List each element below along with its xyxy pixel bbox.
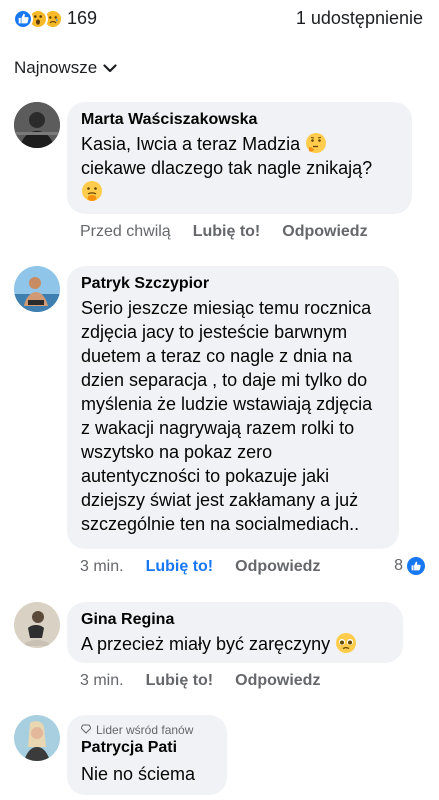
avatar[interactable]: [14, 715, 60, 761]
comment-text: Serio jeszcze miesiąc temu rocznica zdję…: [81, 296, 387, 536]
comment-text-line: Nie no ściema: [81, 764, 196, 784]
like-count-value: 8: [394, 557, 403, 574]
avatar[interactable]: [14, 266, 60, 312]
comment-text-line: zdjęcia jacy to jesteście barwnym: [81, 322, 348, 342]
reply-button[interactable]: Odpowiedz: [235, 558, 320, 576]
avatar[interactable]: [14, 602, 60, 648]
comment-text-line: z wakacji nagrywają razem rolki to: [81, 418, 355, 438]
thinking-face-emoji: [305, 132, 327, 154]
comment-bubble: Patryk Szczypior Serio jeszcze miesiąc t…: [67, 266, 399, 549]
comment-text: Nie no ściema: [81, 762, 215, 786]
avatar[interactable]: [14, 102, 60, 148]
comment-time[interactable]: Przed chwilą: [80, 223, 171, 241]
comment-text-line: A przecież miały być zaręczyny: [81, 634, 331, 654]
comment-bubble: Marta Waściszakowska Kasia, Iwcia a tera…: [67, 102, 412, 214]
reaction-count: 169: [67, 8, 98, 28]
comment-text-line: Serio jeszcze miesiąc temu rocznica: [81, 298, 372, 318]
comment-text-line: dziejszy świat jest zakłamany a już: [81, 490, 359, 510]
like-icon: [407, 557, 425, 575]
like-button[interactable]: Lubię to!: [146, 672, 214, 690]
sort-label: Najnowsze: [14, 58, 98, 77]
comment-like-count[interactable]: 8: [394, 557, 425, 575]
comment-text-line: szczególnie ten na socialmediach..: [81, 514, 360, 534]
comment-text-line: dzien separacja , to daje mi tylko do: [81, 370, 368, 390]
comment-text-line: Kasia, Iwcia a teraz Madzia: [81, 134, 301, 154]
comment-text-line: duetem a teraz co nagle z dnia na: [81, 346, 353, 366]
comment-author[interactable]: Patrycja Pati: [81, 738, 215, 758]
comment-actions: 3 min. Lubię to! Odpowiedz: [80, 672, 342, 690]
comment-actions: 3 min. Lubię to! Odpowiedz: [80, 558, 342, 576]
pleading-face-emoji: [335, 632, 357, 654]
comment-text: A przecież miały być zaręczyny: [81, 632, 391, 656]
diamond-icon: [80, 722, 92, 738]
comment-bubble: Lider wśród fanów Patrycja Pati Nie no ś…: [67, 715, 227, 795]
reply-button[interactable]: Odpowiedz: [282, 223, 367, 241]
comment-text: Kasia, Iwcia a teraz Madzia ciekawe dlac…: [81, 132, 400, 204]
comment-text-line: ciekawe dlaczego tak nagle znikają?: [81, 158, 373, 178]
shares-count[interactable]: 1 udostępnienie: [296, 8, 423, 29]
hushed-face-emoji: [81, 180, 103, 202]
reply-button[interactable]: Odpowiedz: [235, 672, 320, 690]
comment-text-line: wszytsko na pokaz zero: [81, 442, 273, 462]
comment-author[interactable]: Marta Waściszakowska: [81, 110, 400, 130]
reactions-summary[interactable]: 169: [13, 8, 97, 29]
chevron-down-icon: [103, 58, 117, 78]
post-stats-bar: 169 1 udostępnienie: [0, 0, 439, 40]
comment-sort-dropdown[interactable]: Najnowsze: [14, 58, 117, 78]
like-icon: [13, 8, 33, 29]
comment-time[interactable]: 3 min.: [80, 558, 124, 576]
comment-text-line: autentyczności to pokazuje jaki: [81, 466, 330, 486]
comment-text-line: myślenia że ludzie wstawiają zdjęcia: [81, 394, 373, 414]
like-button[interactable]: Lubię to!: [146, 558, 214, 576]
comment-actions: Przed chwilą Lubię to! Odpowiedz: [80, 223, 390, 241]
comment-bubble: Gina Regina A przecież miały być zaręczy…: [67, 602, 403, 663]
comment-author[interactable]: Patryk Szczypior: [81, 274, 387, 294]
like-button[interactable]: Lubię to!: [193, 223, 261, 241]
comment-author[interactable]: Gina Regina: [81, 610, 391, 630]
top-fan-badge[interactable]: Lider wśród fanów: [80, 722, 215, 738]
badge-label: Lider wśród fanów: [96, 723, 194, 737]
comment-time[interactable]: 3 min.: [80, 672, 124, 690]
